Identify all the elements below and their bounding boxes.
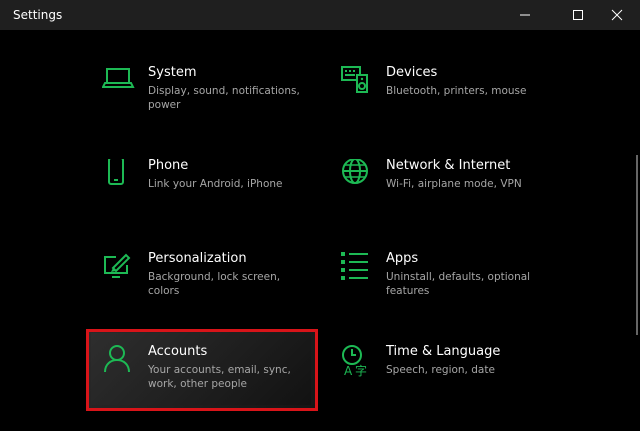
time-language-icon: A 字 xyxy=(342,345,367,378)
tile-devices[interactable]: Devices Bluetooth, printers, mouse xyxy=(340,65,580,146)
phone-icon xyxy=(108,159,124,185)
tile-description: Background, lock screen, colors xyxy=(148,271,281,297)
apps-list-icon xyxy=(341,252,368,280)
tile-description: Wi-Fi, airplane mode, VPN xyxy=(386,178,522,190)
tile-personalization[interactable]: Personalization Background, lock screen,… xyxy=(102,251,342,332)
tile-name: Accounts xyxy=(148,344,208,359)
tile-name: Apps xyxy=(386,251,419,266)
tile-description: Your accounts, email, sync, work, other … xyxy=(148,364,291,390)
tile-name: System xyxy=(148,65,197,80)
tile-description: Display, sound, notifications, power xyxy=(148,85,300,111)
svg-text:A: A xyxy=(344,364,353,378)
tile-name: Devices xyxy=(386,65,438,80)
tile-name: Network & Internet xyxy=(386,158,511,173)
close-icon xyxy=(611,9,623,21)
person-icon xyxy=(104,345,130,373)
tile-network-internet[interactable]: Network & Internet Wi-Fi, airplane mode,… xyxy=(340,158,580,239)
tile-description: Speech, region, date xyxy=(386,364,495,376)
tile-description: Link your Android, iPhone xyxy=(148,178,283,190)
minimize-button[interactable] xyxy=(502,0,548,30)
tile-apps[interactable]: Apps Uninstall, defaults, optional featu… xyxy=(340,251,580,332)
tile-time-language[interactable]: A 字 Time & Language Speech, region, date xyxy=(340,344,580,425)
close-button[interactable] xyxy=(594,0,640,30)
window-title: Settings xyxy=(13,8,63,22)
tile-system[interactable]: System Display, sound, notifications, po… xyxy=(102,65,342,146)
paint-monitor-icon xyxy=(104,253,131,278)
minimize-icon xyxy=(520,14,530,16)
scrollbar-thumb[interactable] xyxy=(636,155,638,335)
title-bar: Settings xyxy=(0,0,640,30)
maximize-icon xyxy=(573,10,583,20)
globe-icon xyxy=(342,159,368,184)
tile-description: Bluetooth, printers, mouse xyxy=(386,85,527,97)
tile-name: Phone xyxy=(148,158,189,173)
tile-phone[interactable]: Phone Link your Android, iPhone xyxy=(102,158,342,239)
tile-accounts[interactable]: Accounts Your accounts, email, sync, wor… xyxy=(102,344,342,425)
keyboard-speaker-icon xyxy=(341,66,368,93)
svg-text:字: 字 xyxy=(355,363,367,378)
laptop-icon xyxy=(102,68,135,88)
tile-name: Personalization xyxy=(148,251,247,266)
tile-name: Time & Language xyxy=(386,344,501,359)
tile-description: Uninstall, defaults, optional features xyxy=(386,271,531,297)
